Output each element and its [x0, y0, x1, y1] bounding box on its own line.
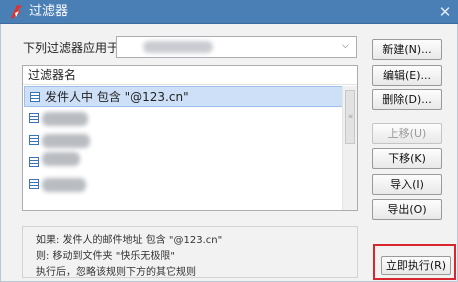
- filter-row[interactable]: [24, 130, 344, 151]
- filter-list-icon: [30, 92, 40, 102]
- vertical-scrollbar[interactable]: ≡: [342, 86, 357, 210]
- filter-row-label: 发件人中 包含 "@123.cn": [45, 90, 189, 104]
- apply-to-label: 下列过滤器应用于:: [23, 41, 124, 55]
- column-header-filter-name: 过滤器名: [28, 68, 77, 82]
- filter-row-selected[interactable]: 发件人中 包含 "@123.cn": [24, 86, 344, 107]
- move-up-button[interactable]: 上移(U): [372, 123, 442, 144]
- rule-stop-text: 执行后，忽略该规则下方的其它规则: [36, 267, 196, 278]
- rule-action-text: 则: 移动到文件夹 "快乐无极限": [36, 251, 175, 262]
- filter-row[interactable]: [24, 174, 344, 195]
- dialog-body: 下列过滤器应用于: ⌵ 过滤器名 发件人中 包含 "@123.cn" ≡ 如果:…: [0, 24, 458, 282]
- export-button[interactable]: 导出(O): [372, 199, 442, 220]
- filter-name-redacted: [42, 178, 86, 192]
- filter-list-icon: [29, 157, 39, 167]
- filter-list-icon: [29, 135, 39, 145]
- run-now-button[interactable]: 立即执行(R): [381, 256, 451, 275]
- window-title: 过滤器: [29, 4, 69, 19]
- scroll-grip-icon: ≡: [348, 113, 354, 120]
- filter-name-redacted: [42, 152, 80, 166]
- filter-list-icon: [29, 113, 39, 123]
- import-button[interactable]: 导入(I): [372, 174, 442, 195]
- rule-description: 如果: 发件人的邮件地址 包含 "@123.cn" 则: 移动到文件夹 "快乐无…: [22, 226, 358, 278]
- new-filter-button[interactable]: 新建(N)...: [372, 39, 442, 60]
- filter-name-redacted: [42, 112, 88, 126]
- filter-list-icon: [29, 179, 39, 189]
- filter-list-header: 过滤器名: [23, 66, 357, 85]
- filter-row[interactable]: [24, 108, 344, 129]
- account-value-redacted: [143, 41, 213, 53]
- filter-name-redacted: [42, 134, 90, 148]
- app-logo-icon: [11, 5, 22, 19]
- scroll-thumb[interactable]: ≡: [345, 90, 355, 144]
- chevron-down-icon: ⌵: [342, 41, 349, 51]
- delete-filter-button[interactable]: 删除(D)...: [372, 89, 442, 110]
- move-down-button[interactable]: 下移(K): [372, 148, 442, 169]
- filter-list[interactable]: 过滤器名 发件人中 包含 "@123.cn" ≡: [22, 65, 358, 211]
- rule-condition-text: 如果: 发件人的邮件地址 包含 "@123.cn": [36, 235, 223, 246]
- title-bar: 过滤器 ✕: [0, 0, 458, 24]
- edit-filter-button[interactable]: 编辑(E)...: [372, 65, 442, 86]
- close-icon[interactable]: ✕: [432, 0, 458, 24]
- filter-row[interactable]: [24, 152, 344, 173]
- account-select[interactable]: ⌵: [116, 36, 357, 58]
